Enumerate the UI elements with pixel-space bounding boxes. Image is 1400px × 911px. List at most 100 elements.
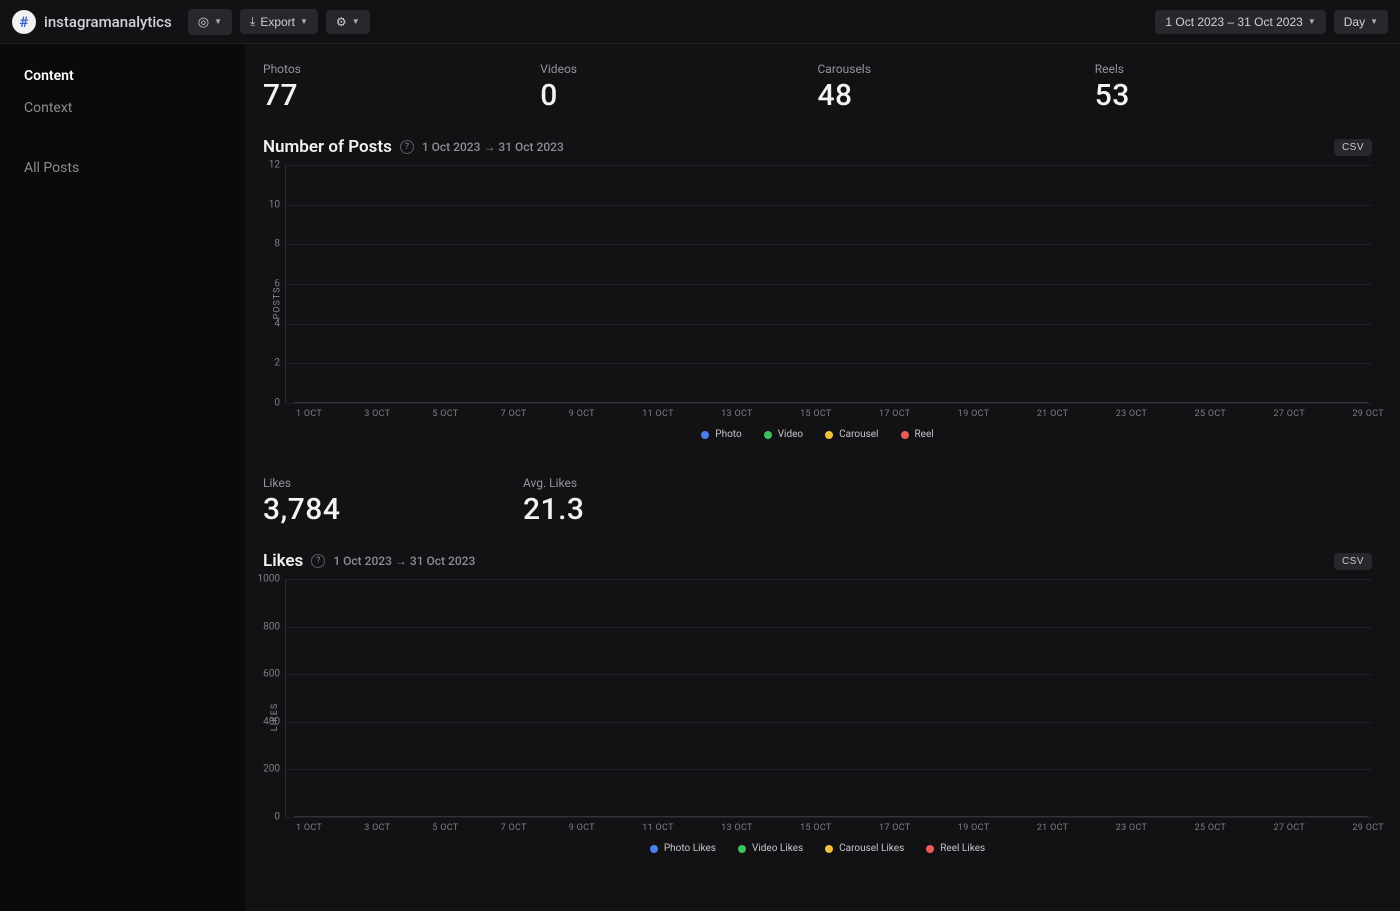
x-tick: 17 OCT bbox=[879, 409, 910, 419]
legend-item-video-likes[interactable]: Video Likes bbox=[738, 843, 803, 854]
chevron-down-icon: ▼ bbox=[1308, 17, 1316, 26]
legend-dot-icon bbox=[901, 431, 909, 439]
export-label: Export bbox=[260, 15, 295, 29]
x-tick: 11 OCT bbox=[642, 823, 673, 833]
kpi-row-likes: Likes 3,784 Avg. Likes 21.3 bbox=[263, 476, 1372, 527]
likes-chart-title: Likes bbox=[263, 551, 303, 571]
kpi-label: Photos bbox=[263, 62, 540, 76]
chevron-down-icon: ▼ bbox=[214, 17, 222, 26]
likes-export-csv-button[interactable]: CSV bbox=[1334, 553, 1372, 570]
top-bar: # instagramanalytics ◎ ▼ ⤓ Export ▼ ⚙ ▼ … bbox=[0, 0, 1400, 44]
likes-chart-range: 1 Oct 2023 → 31 Oct 2023 bbox=[333, 554, 475, 568]
likes-legend: Photo Likes Video Likes Carousel Likes R… bbox=[263, 843, 1372, 854]
x-tick: 25 OCT bbox=[1195, 409, 1226, 419]
sidebar-item-content[interactable]: Content bbox=[0, 60, 245, 92]
sidebar: Content Context All Posts bbox=[0, 44, 245, 911]
x-tick: 17 OCT bbox=[879, 823, 910, 833]
kpi-label: Carousels bbox=[818, 62, 1095, 76]
x-tick: 21 OCT bbox=[1037, 823, 1068, 833]
kpi-value: 3,784 bbox=[263, 492, 523, 527]
posts-chart-plot[interactable]: 024681012 bbox=[285, 165, 1372, 403]
kpi-label: Avg. Likes bbox=[523, 476, 1372, 490]
x-tick: 29 OCT bbox=[1352, 823, 1383, 833]
x-tick: 13 OCT bbox=[721, 409, 752, 419]
legend-dot-icon bbox=[764, 431, 772, 439]
x-tick: 13 OCT bbox=[721, 823, 752, 833]
kpi-value: 21.3 bbox=[523, 492, 1372, 527]
kpi-avg-likes: Avg. Likes 21.3 bbox=[523, 476, 1372, 527]
x-tick: 9 OCT bbox=[569, 409, 595, 419]
x-tick: 27 OCT bbox=[1274, 823, 1305, 833]
x-tick: 3 OCT bbox=[364, 409, 390, 419]
kpi-value: 0 bbox=[540, 78, 817, 113]
posts-chart-header: Number of Posts ? 1 Oct 2023 → 31 Oct 20… bbox=[263, 137, 1372, 157]
legend-dot-icon bbox=[650, 845, 658, 853]
brand-name: instagramanalytics bbox=[44, 13, 172, 31]
kpi-value: 53 bbox=[1095, 78, 1372, 113]
kpi-value: 77 bbox=[263, 78, 540, 113]
gear-icon: ⚙ bbox=[336, 15, 347, 29]
x-tick: 29 OCT bbox=[1352, 409, 1383, 419]
kpi-likes: Likes 3,784 bbox=[263, 476, 523, 527]
x-tick: 15 OCT bbox=[800, 823, 831, 833]
legend-item-reel[interactable]: Reel bbox=[901, 429, 934, 440]
posts-chart-title: Number of Posts bbox=[263, 137, 392, 157]
instagram-icon: ◎ bbox=[198, 14, 209, 30]
export-button[interactable]: ⤓ Export ▼ bbox=[240, 9, 318, 34]
granularity-label: Day bbox=[1344, 15, 1365, 29]
kpi-value: 48 bbox=[818, 78, 1095, 113]
kpi-label: Videos bbox=[540, 62, 817, 76]
brand-logo: # bbox=[12, 10, 36, 34]
x-tick: 15 OCT bbox=[800, 409, 831, 419]
legend-dot-icon bbox=[825, 845, 833, 853]
x-tick: 1 OCT bbox=[296, 409, 322, 419]
x-tick: 7 OCT bbox=[501, 823, 527, 833]
x-tick: 5 OCT bbox=[432, 409, 458, 419]
posts-chart: POSTS 024681012 1 OCT2 OCT3 OCT4 OCT5 OC… bbox=[263, 165, 1372, 440]
x-tick: 23 OCT bbox=[1116, 409, 1147, 419]
x-tick: 1 OCT bbox=[296, 823, 322, 833]
x-tick: 7 OCT bbox=[501, 409, 527, 419]
legend-item-reel-likes[interactable]: Reel Likes bbox=[926, 843, 985, 854]
posts-export-csv-button[interactable]: CSV bbox=[1334, 139, 1372, 156]
legend-dot-icon bbox=[701, 431, 709, 439]
settings-button[interactable]: ⚙ ▼ bbox=[326, 10, 370, 34]
x-tick: 3 OCT bbox=[364, 823, 390, 833]
date-range-label: 1 Oct 2023 – 31 Oct 2023 bbox=[1165, 15, 1302, 29]
legend-dot-icon bbox=[926, 845, 934, 853]
help-icon[interactable]: ? bbox=[400, 140, 414, 154]
granularity-selector[interactable]: Day ▼ bbox=[1334, 10, 1388, 34]
legend-item-photo[interactable]: Photo bbox=[701, 429, 741, 440]
x-tick: 5 OCT bbox=[432, 823, 458, 833]
likes-chart-plot[interactable]: 02004006008001000 bbox=[285, 579, 1372, 817]
legend-item-carousel-likes[interactable]: Carousel Likes bbox=[825, 843, 904, 854]
kpi-carousels: Carousels 48 bbox=[818, 62, 1095, 113]
kpi-videos: Videos 0 bbox=[540, 62, 817, 113]
kpi-label: Likes bbox=[263, 476, 523, 490]
x-tick: 9 OCT bbox=[569, 823, 595, 833]
x-tick: 21 OCT bbox=[1037, 409, 1068, 419]
sidebar-item-context[interactable]: Context bbox=[0, 92, 245, 124]
x-tick: 27 OCT bbox=[1274, 409, 1305, 419]
posts-legend: Photo Video Carousel Reel bbox=[263, 429, 1372, 440]
export-icon: ⤓ bbox=[250, 14, 255, 29]
kpi-row-posts: Photos 77 Videos 0 Carousels 48 Reels 53 bbox=[263, 62, 1372, 113]
legend-dot-icon bbox=[738, 845, 746, 853]
legend-item-video[interactable]: Video bbox=[764, 429, 803, 440]
chevron-down-icon: ▼ bbox=[1370, 17, 1378, 26]
likes-chart-header: Likes ? 1 Oct 2023 → 31 Oct 2023 CSV bbox=[263, 551, 1372, 571]
help-icon[interactable]: ? bbox=[311, 554, 325, 568]
account-selector[interactable]: ◎ ▼ bbox=[188, 9, 232, 35]
date-range-picker[interactable]: 1 Oct 2023 – 31 Oct 2023 ▼ bbox=[1155, 10, 1325, 34]
likes-xaxis: 1 OCT2 OCT3 OCT4 OCT5 OCT6 OCT7 OCT8 OCT… bbox=[293, 823, 1368, 833]
sidebar-item-all-posts[interactable]: All Posts bbox=[0, 152, 245, 184]
x-tick: 11 OCT bbox=[642, 409, 673, 419]
legend-item-carousel[interactable]: Carousel bbox=[825, 429, 878, 440]
x-tick: 25 OCT bbox=[1195, 823, 1226, 833]
legend-item-photo-likes[interactable]: Photo Likes bbox=[650, 843, 716, 854]
x-tick: 23 OCT bbox=[1116, 823, 1147, 833]
posts-yaxis-label: POSTS bbox=[272, 286, 282, 319]
kpi-reels: Reels 53 bbox=[1095, 62, 1372, 113]
kpi-photos: Photos 77 bbox=[263, 62, 540, 113]
legend-dot-icon bbox=[825, 431, 833, 439]
